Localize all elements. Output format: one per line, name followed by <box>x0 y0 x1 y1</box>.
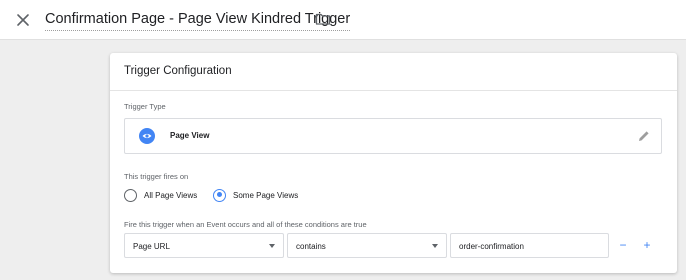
trigger-type-name: Page View <box>170 131 210 140</box>
remove-condition-button[interactable]: − <box>615 235 631 255</box>
variable-select[interactable]: Page URL <box>124 233 284 258</box>
trigger-type-selector[interactable]: Page View <box>124 118 662 154</box>
radio-button-checked[interactable] <box>213 188 226 202</box>
close-icon[interactable] <box>12 9 34 31</box>
radio-some-page-views[interactable]: Some Page Views <box>213 188 298 202</box>
radio-button-unchecked[interactable] <box>124 188 137 202</box>
eye-icon <box>139 128 155 144</box>
trigger-configuration-card: Trigger Configuration Trigger Type Page … <box>110 53 677 273</box>
radio-label: All Page Views <box>144 190 198 200</box>
folder-icon[interactable] <box>315 11 331 27</box>
radio-all-page-views[interactable]: All Page Views <box>124 188 197 202</box>
condition-value-input[interactable]: order-confirmation <box>450 233 609 258</box>
fires-on-label: This trigger fires on <box>124 172 189 181</box>
chevron-down-icon <box>432 244 438 248</box>
operator-select-value: contains <box>296 242 326 251</box>
trigger-type-label: Trigger Type <box>124 102 166 111</box>
add-condition-button[interactable]: + <box>639 235 655 255</box>
editor-header: Confirmation Page - Page View Kindred Tr… <box>0 0 686 40</box>
divider <box>110 90 677 91</box>
chevron-down-icon <box>269 244 275 248</box>
radio-label: Some Page Views <box>233 190 299 200</box>
condition-value-text: order-confirmation <box>459 242 524 251</box>
operator-select[interactable]: contains <box>287 233 447 258</box>
condition-label: Fire this trigger when an Event occurs a… <box>124 220 367 229</box>
variable-select-value: Page URL <box>133 242 170 251</box>
card-title: Trigger Configuration <box>124 65 232 77</box>
pencil-icon[interactable] <box>637 129 651 143</box>
trigger-name-title[interactable]: Confirmation Page - Page View Kindred Tr… <box>45 10 351 31</box>
